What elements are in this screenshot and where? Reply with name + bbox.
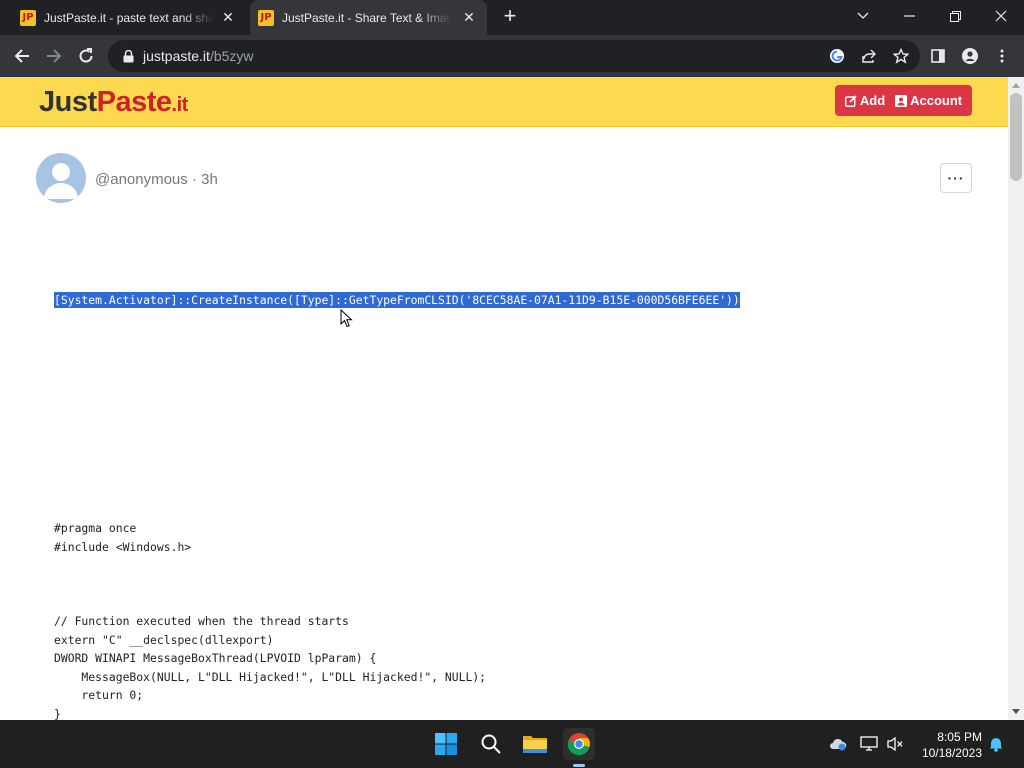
- tab-justpaste-home[interactable]: JP JustPaste.it - paste text and share ✕: [0, 0, 246, 35]
- chrome-taskbar-button[interactable]: [563, 728, 595, 760]
- browser-tab-strip: JP JustPaste.it - paste text and share ✕…: [0, 0, 1024, 35]
- profile-button[interactable]: [957, 43, 983, 69]
- start-button[interactable]: [430, 728, 462, 760]
- new-tab-button[interactable]: +: [498, 5, 522, 29]
- speaker-muted-icon[interactable]: [886, 735, 904, 753]
- author-name[interactable]: @anonymous: [95, 171, 188, 188]
- justpaste-favicon-icon: JP: [258, 9, 274, 26]
- url-path: /b5zyw: [209, 48, 254, 64]
- lock-icon[interactable]: [121, 49, 135, 63]
- forward-button[interactable]: [41, 43, 67, 69]
- clock-date: 10/18/2023: [921, 746, 982, 760]
- windows-taskbar: 8:05 PM 10/18/2023: [0, 720, 1024, 768]
- edit-icon: [844, 94, 857, 107]
- scroll-up-arrow-icon[interactable]: [1012, 83, 1020, 88]
- tab-justpaste-share[interactable]: JP JustPaste.it - Share Text & Images ✕: [250, 0, 487, 35]
- page-viewport: JustPaste.it Add Account @anonymous · 3h…: [0, 77, 1008, 720]
- reload-icon: [79, 48, 93, 63]
- justpaste-logo[interactable]: JustPaste.it: [39, 86, 188, 119]
- bookmark-star-icon[interactable]: [890, 45, 912, 67]
- code-line: #pragma once: [54, 521, 137, 535]
- code-line: MessageBox(NULL, L"DLL Hijacked!", L"DLL…: [54, 669, 487, 684]
- windows-logo-icon: [435, 733, 457, 755]
- code-line: // Function executed when the thread sta…: [54, 614, 349, 628]
- mouse-pointer-icon: [340, 309, 353, 328]
- add-button[interactable]: Add: [844, 93, 886, 108]
- avatar: [36, 153, 86, 203]
- selected-code-line[interactable]: [System.Activator]::CreateInstance([Type…: [54, 291, 740, 310]
- tab-title: JustPaste.it - Share Text & Images: [282, 10, 452, 25]
- scroll-thumb[interactable]: [1010, 93, 1022, 181]
- logo-part-paste: Paste: [96, 86, 172, 118]
- default-avatar-icon: [44, 163, 78, 199]
- post-meta: @anonymous · 3h: [95, 171, 218, 188]
- meta-separator: ·: [191, 171, 202, 188]
- system-clock[interactable]: 8:05 PM 10/18/2023: [912, 729, 982, 761]
- address-bar[interactable]: justpaste.it/b5zyw: [108, 40, 920, 72]
- close-window-icon[interactable]: [978, 0, 1024, 32]
- browser-toolbar: justpaste.it/b5zyw: [0, 35, 1024, 77]
- restore-icon[interactable]: [932, 0, 978, 32]
- kebab-menu-icon: [1000, 49, 1004, 63]
- weather-cloud-icon[interactable]: [829, 735, 847, 753]
- logo-part-just: Just: [39, 86, 97, 118]
- google-lens-icon[interactable]: [826, 45, 848, 67]
- minimize-icon[interactable]: [886, 0, 932, 32]
- code-line: }: [54, 706, 61, 721]
- header-button-group: Add Account: [835, 85, 972, 116]
- account-button-label: Account: [910, 93, 963, 108]
- scroll-down-arrow-icon[interactable]: [1012, 709, 1020, 714]
- add-button-label: Add: [859, 93, 886, 108]
- tab-title: JustPaste.it - paste text and share: [44, 10, 214, 25]
- clock-time: 8:05 PM: [937, 730, 982, 744]
- tab-search-chevron-icon[interactable]: [840, 0, 886, 32]
- forward-arrow-icon: [47, 49, 62, 63]
- more-options-button[interactable]: ···: [940, 163, 972, 193]
- user-icon: [895, 94, 908, 107]
- search-icon: [481, 734, 501, 754]
- code-block-includes: #pragma once #include <Windows.h>: [54, 519, 191, 556]
- code-line: return 0;: [54, 688, 144, 702]
- code-block-function: // Function executed when the thread sta…: [54, 612, 486, 720]
- back-button[interactable]: [9, 43, 35, 69]
- back-arrow-icon: [14, 49, 29, 63]
- page-scrollbar[interactable]: [1008, 77, 1024, 720]
- code-line: extern "C" __declspec(dllexport): [54, 632, 274, 647]
- search-button[interactable]: [475, 728, 507, 760]
- chrome-icon: [567, 733, 590, 756]
- close-tab-icon[interactable]: ✕: [220, 9, 236, 26]
- share-icon[interactable]: [858, 45, 880, 67]
- text-selection: [System.Activator]::CreateInstance([Type…: [54, 292, 740, 308]
- code-line: #include <Windows.h>: [54, 539, 192, 554]
- notification-bell-icon[interactable]: [987, 735, 1005, 753]
- account-button[interactable]: Account: [895, 93, 962, 108]
- profile-icon: [962, 48, 978, 64]
- url-domain: justpaste.it: [143, 48, 210, 64]
- justpaste-favicon-icon: JP: [20, 9, 36, 26]
- url-text[interactable]: justpaste.it/b5zyw: [143, 48, 254, 64]
- chrome-menu-button[interactable]: [989, 43, 1015, 69]
- file-explorer-button[interactable]: [519, 728, 551, 760]
- network-monitor-icon[interactable]: [860, 735, 878, 753]
- close-tab-icon[interactable]: ✕: [461, 9, 477, 26]
- folder-icon: [523, 736, 547, 753]
- site-header: JustPaste.it Add Account: [0, 77, 1008, 127]
- side-panel-button[interactable]: [925, 43, 951, 69]
- active-app-indicator: [573, 764, 585, 767]
- reload-button[interactable]: [73, 43, 99, 69]
- logo-part-it: .it: [171, 94, 189, 116]
- side-panel-icon: [931, 49, 945, 63]
- code-line: DWORD WINAPI MessageBoxThread(LPVOID lpP…: [54, 651, 377, 665]
- post-age: 3h: [201, 171, 218, 188]
